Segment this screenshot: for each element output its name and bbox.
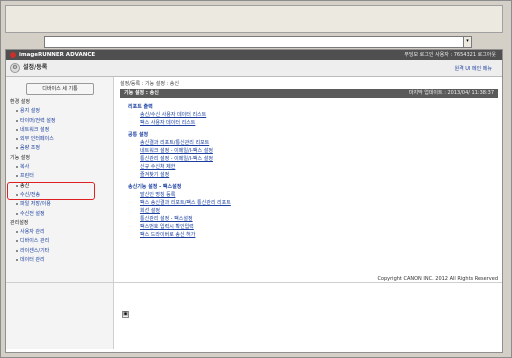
settings-link[interactable]: 팩스번호 입력시 확인입력 <box>128 223 488 231</box>
browser-window: ▾ imageRUNNER ADVANCE 무딩모 로그인 사용자 : 7654… <box>0 0 512 358</box>
bullet-icon <box>16 240 18 243</box>
copyright: Copyright CANON INC. 2012 All Rights Res… <box>377 276 498 282</box>
section-title: 기능 설정 : 송신 <box>124 90 159 96</box>
sidebar-item[interactable]: 용지 설정 <box>10 107 110 116</box>
sidebar-category: 관리설정 <box>10 219 110 228</box>
sidebar-item[interactable]: 라이센스/기타 <box>10 247 110 256</box>
address-bar[interactable]: ▾ <box>44 36 472 48</box>
settings-link[interactable]: 발신인 명칭 등록 <box>128 191 488 199</box>
sidebar-item[interactable]: 외부 인터페이스 <box>10 135 110 144</box>
settings-link[interactable]: 즐겨찾기 설정 <box>128 171 488 179</box>
sidebar-item-label: 사용자 관리 <box>20 229 45 236</box>
sidebar-item-label: 복사 <box>20 164 30 171</box>
sidebar-item-label: 네트워크 설정 <box>20 126 50 133</box>
group-title-link[interactable]: 공통 설정 <box>128 131 488 139</box>
settings-link[interactable]: 통신관리 설정 - 이메일/I-팩스 설정 <box>128 155 488 163</box>
sidebar-item[interactable]: 프린터 <box>10 172 110 181</box>
settings-link[interactable]: 신규 수신처 제한 <box>128 163 488 171</box>
sidebar-item-label: 환경 설정 <box>10 99 30 105</box>
settings-link[interactable]: 네트워크 설정 - 이메일/I-팩스 설정 <box>128 147 488 155</box>
sidebar-item[interactable]: 데이터 관리 <box>10 256 110 265</box>
bullet-icon <box>16 166 18 169</box>
settings-group: 송신기능 설정 - 팩스설정 발신인 명칭 등록 팩스 송신결과 리포트/팩스 통신… <box>128 183 488 239</box>
sidebar-item-label: 용지 설정 <box>20 108 40 115</box>
section-header: 기능 설정 : 송신 마지막 업데이트 : 2013/04/ 11:38:37 <box>120 89 498 98</box>
sidebar-item-label: 파일 저장/이용 <box>20 201 51 208</box>
bullet-icon <box>16 231 18 234</box>
settings-link[interactable]: 팩스 송신결과 리포트/팩스 통신관리 리포트 <box>128 199 488 207</box>
group-title-link[interactable]: 리포트 출력 <box>128 103 488 111</box>
sidebar-item-label: 프린터 <box>20 173 34 180</box>
settings-link[interactable]: 송신결과 리포트/통신관리 리포트 <box>128 139 488 147</box>
bullet-icon <box>16 138 18 141</box>
sidebar-item[interactable]: 수신전 설정 <box>10 210 110 219</box>
bullet-icon <box>16 259 18 262</box>
sidebar-item-label: 외부 인터페이스 <box>20 136 54 143</box>
sidebar-item-label: 관리설정 <box>10 219 29 226</box>
main-panel: 설정/등록 : 기능 설정 : 송신 기능 설정 : 송신 마지막 업데이트 :… <box>116 77 500 349</box>
highlight-box <box>7 182 95 200</box>
device-button[interactable]: 디바이스 세 기통 <box>26 83 94 95</box>
bullet-icon <box>16 249 18 252</box>
settings-groups: 리포트 출력 송신/수신 사용자 데이터 리스트 팩스 사용자 데이터 리스트공통 … <box>128 103 488 243</box>
sidebar-item[interactable]: 음량 조정 <box>10 144 110 153</box>
sidebar-item[interactable]: 타이머/전력 설정 <box>10 117 110 126</box>
back-to-top-icon[interactable]: ▣ <box>122 311 129 318</box>
settings-group: 리포트 출력 송신/수신 사용자 데이터 리스트 팩스 사용자 데이터 리스트 <box>128 103 488 127</box>
bullet-icon <box>16 119 18 122</box>
last-updated: 마지막 업데이트 : 2013/04/ 11:38:37 <box>408 90 494 96</box>
sidebar-category: 기능 설정 <box>10 154 110 163</box>
sidebar-item[interactable]: 네트워크 설정 <box>10 126 110 135</box>
sidebar-category: 환경 설정 <box>10 98 110 107</box>
sidebar-item-label: 디바이스 관리 <box>20 238 50 245</box>
settings-link[interactable]: 팩스 사용자 데이터 리스트 <box>128 119 488 127</box>
bullet-icon <box>16 147 18 150</box>
breadcrumb: 설정/등록 : 기능 설정 : 송신 <box>120 81 180 87</box>
bullet-icon <box>16 203 18 206</box>
portal-link[interactable]: 원격 UI 메인 메뉴 <box>454 65 492 72</box>
address-dropdown-icon[interactable]: ▾ <box>463 37 471 47</box>
canon-logo-icon <box>10 52 16 58</box>
sidebar-item-label: 수신전 설정 <box>20 210 45 217</box>
login-status[interactable]: 무딩모 로그인 사용자 : 7654321 로그아웃 <box>404 51 496 59</box>
bullet-icon <box>16 212 18 215</box>
sidebar-item-label: 타이머/전력 설정 <box>20 117 56 124</box>
page-title: 설정/등록 <box>23 64 48 71</box>
product-name: imageRUNNER ADVANCE <box>19 52 96 58</box>
group-title-link[interactable]: 송신기능 설정 - 팩스설정 <box>128 183 488 191</box>
settings-link[interactable]: 회선 설정 <box>128 207 488 215</box>
sidebar-item[interactable]: 디바이스 관리 <box>10 237 110 246</box>
browser-toolbar <box>5 5 503 33</box>
remote-ui-page: imageRUNNER ADVANCE 무딩모 로그인 사용자 : 765432… <box>5 49 503 353</box>
sidebar-item-label: 데이터 관리 <box>20 257 45 264</box>
page-titlebar: ⚙ 설정/등록 원격 UI 메인 메뉴 <box>6 60 502 77</box>
settings-link[interactable]: 팩스 드라이버로 송신 허가 <box>128 231 488 239</box>
settings-group: 공통 설정 송신결과 리포트/통신관리 리포트 네트워크 설정 - 이메일/I-팩스… <box>128 131 488 179</box>
settings-link[interactable]: 통신관리 설정 - 팩스설정 <box>128 215 488 223</box>
bullet-icon <box>16 175 18 178</box>
bullet-icon <box>16 128 18 131</box>
sidebar-item[interactable]: 복사 <box>10 163 110 172</box>
sidebar-item[interactable]: 사용자 관리 <box>10 228 110 237</box>
sidebar-item-label: 기능 설정 <box>10 154 30 161</box>
sidebar: 디바이스 세 기통 환경 설정용지 설정타이머/전력 설정네트워크 설정외부 인… <box>6 77 114 349</box>
settings-gear-icon: ⚙ <box>10 63 20 73</box>
brand-bar: imageRUNNER ADVANCE 무딩모 로그인 사용자 : 765432… <box>6 50 502 60</box>
sidebar-item-label: 라이센스/기타 <box>20 247 50 254</box>
settings-link[interactable]: 송신/수신 사용자 데이터 리스트 <box>128 111 488 119</box>
sidebar-item-label: 음량 조정 <box>20 145 40 152</box>
sidebar-item[interactable]: 파일 저장/이용 <box>10 200 110 209</box>
page-divider <box>6 282 502 283</box>
bullet-icon <box>16 110 18 113</box>
